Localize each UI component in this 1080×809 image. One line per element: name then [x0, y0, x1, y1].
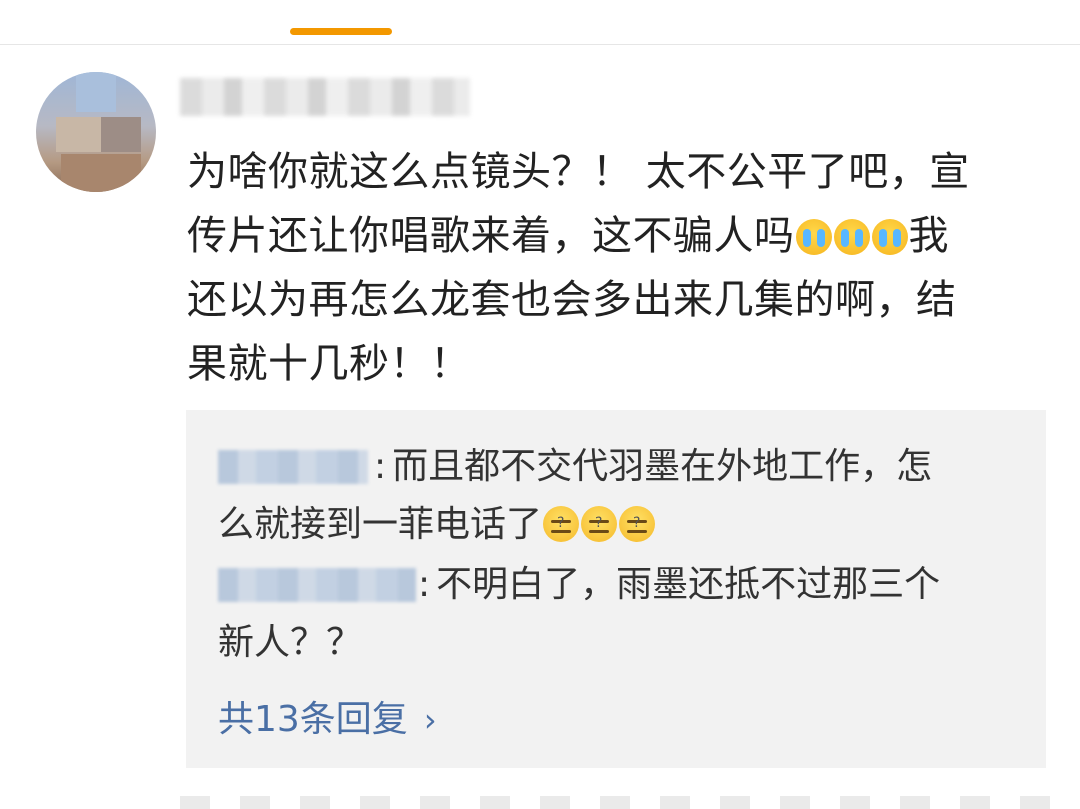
more-replies-link[interactable]: 共13条回复 › — [218, 690, 437, 742]
avatar[interactable] — [36, 72, 156, 192]
reply-item[interactable]: : 不明白了，雨墨还抵不过那三个 新人？？ — [218, 556, 1018, 672]
reply-author-blurred[interactable] — [218, 568, 416, 602]
comment-footer-partial — [180, 796, 1060, 809]
reply-text: 不明白了，雨墨还抵不过那三个 — [436, 564, 941, 605]
reply-text: 么就接到一菲电话了 — [218, 504, 543, 545]
dozing-face-icon — [581, 494, 618, 552]
more-replies-label: 共13条回复 — [218, 699, 408, 740]
chevron-right-icon: › — [423, 701, 437, 739]
crying-face-icon — [795, 219, 832, 255]
reply-text: 新人？？ — [218, 622, 363, 663]
comment-text-segment: 我 — [908, 213, 949, 259]
reply-separator: : — [374, 446, 387, 487]
dozing-face-icon — [619, 494, 656, 552]
reply-author-blurred[interactable] — [218, 450, 368, 484]
active-tab-indicator — [290, 28, 392, 35]
comment-line: 还以为再怎么龙套也会多出来几集的啊，结 — [187, 277, 957, 323]
username-blurred[interactable] — [180, 78, 470, 116]
comment-line: 为啥你就这么点镜头？！ 太不公平了吧，宣 — [187, 149, 970, 195]
crying-face-icon — [833, 219, 870, 255]
comment-line: 果就十几秒！！ — [187, 341, 471, 387]
comment-text-segment: 传片还让你唱歌来着，这不骗人吗 — [187, 213, 795, 259]
top-tab-bar — [0, 0, 1080, 45]
reply-text: 而且都不交代羽墨在外地工作，怎 — [392, 446, 933, 487]
crying-face-icon — [871, 219, 908, 255]
reply-item[interactable]: : 而且都不交代羽墨在外地工作，怎 么就接到一菲电话了 — [218, 438, 1018, 554]
replies-panel: :而且都不交代羽墨在外地工作，怎 么就接到一菲电话了 :不明白了，雨墨还抵不过那… — [186, 410, 1046, 768]
dozing-face-icon — [543, 494, 580, 552]
comment-line: 传片还让你唱歌来着，这不骗人吗 我 — [187, 204, 1047, 268]
reply-separator: : — [418, 564, 431, 605]
comment-body: 为啥你就这么点镜头？！ 太不公平了吧，宣 传片还让你唱歌来着，这不骗人吗 我 还以… — [187, 140, 1047, 396]
